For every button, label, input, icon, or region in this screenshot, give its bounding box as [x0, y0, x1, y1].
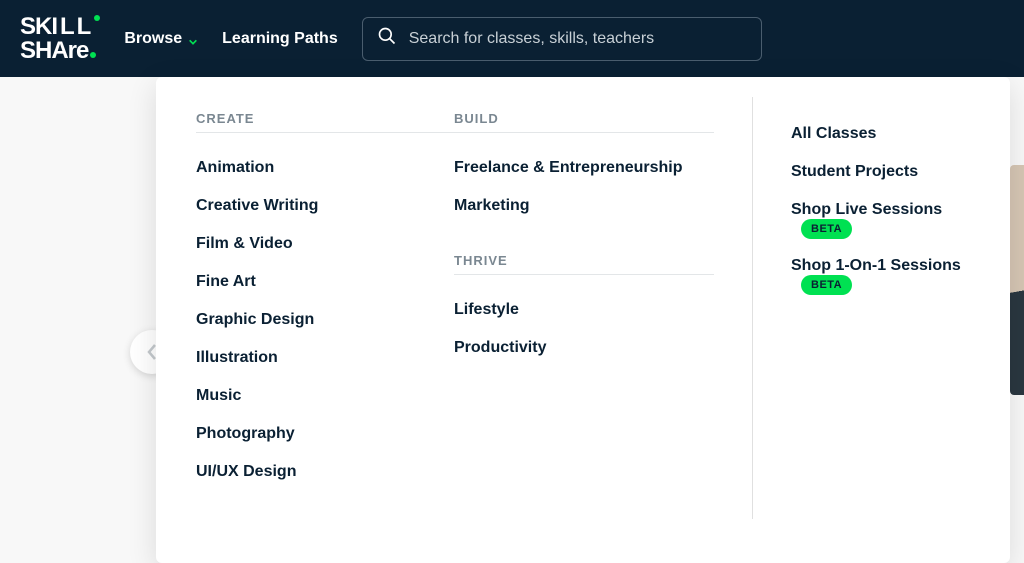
search-container[interactable] — [362, 17, 762, 61]
menu-link-label: Shop Live Sessions — [791, 201, 942, 218]
menu-link-shop-live[interactable]: Shop Live Sessions BETA — [791, 191, 970, 247]
menu-link-label: All Classes — [791, 125, 876, 142]
menu-link-fine-art[interactable]: Fine Art — [196, 263, 454, 301]
menu-link-music[interactable]: Music — [196, 377, 454, 415]
browse-dropdown: CREATE Animation Creative Writing Film &… — [156, 77, 1010, 563]
beta-badge: BETA — [801, 219, 852, 239]
dropdown-col-create: CREATE Animation Creative Writing Film &… — [196, 111, 454, 519]
menu-link-shop-1on1[interactable]: Shop 1-On-1 Sessions BETA — [791, 247, 970, 303]
beta-badge: BETA — [801, 275, 852, 295]
menu-link-productivity[interactable]: Productivity — [454, 329, 714, 367]
dropdown-col-right: All Classes Student Projects Shop Live S… — [791, 111, 970, 519]
menu-link-film-video[interactable]: Film & Video — [196, 225, 454, 263]
menu-link-ui-ux-design[interactable]: UI/UX Design — [196, 453, 454, 491]
chevron-down-icon — [188, 34, 198, 44]
menu-link-creative-writing[interactable]: Creative Writing — [196, 187, 454, 225]
menu-link-student-projects[interactable]: Student Projects — [791, 153, 970, 191]
logo[interactable]: SKILL SHAre — [20, 15, 100, 63]
header: SKILL SHAre Browse Learning Paths — [0, 0, 1024, 77]
carousel-card-peek — [1010, 165, 1024, 395]
menu-link-illustration[interactable]: Illustration — [196, 339, 454, 377]
nav-browse-label: Browse — [124, 30, 182, 48]
dropdown-separator — [752, 97, 753, 519]
nav-learning-paths[interactable]: Learning Paths — [222, 30, 338, 48]
nav-learning-paths-label: Learning Paths — [222, 30, 338, 48]
nav-browse[interactable]: Browse — [124, 30, 198, 48]
menu-link-freelance[interactable]: Freelance & Entrepreneurship — [454, 149, 714, 187]
menu-link-animation[interactable]: Animation — [196, 149, 454, 187]
section-title-create: CREATE — [196, 111, 454, 133]
menu-link-photography[interactable]: Photography — [196, 415, 454, 453]
menu-link-label: Student Projects — [791, 163, 918, 180]
menu-link-label: Shop 1-On-1 Sessions — [791, 257, 961, 274]
dropdown-col-mid: BUILD Freelance & Entrepreneurship Marke… — [454, 111, 714, 519]
menu-link-graphic-design[interactable]: Graphic Design — [196, 301, 454, 339]
search-icon — [377, 26, 397, 51]
menu-link-lifestyle[interactable]: Lifestyle — [454, 291, 714, 329]
search-input[interactable] — [409, 30, 747, 48]
menu-link-marketing[interactable]: Marketing — [454, 187, 714, 225]
section-title-thrive: THRIVE — [454, 253, 714, 275]
menu-link-all-classes[interactable]: All Classes — [791, 115, 970, 153]
section-title-build: BUILD — [454, 111, 714, 133]
